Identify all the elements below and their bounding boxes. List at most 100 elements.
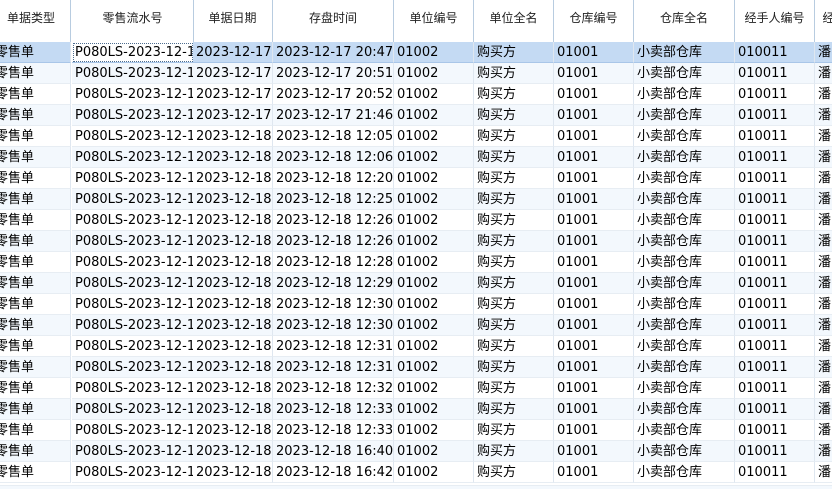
handler-cell[interactable]: 潘 [815, 378, 832, 399]
save-time-cell[interactable]: 2023-12-17 20:47 [273, 42, 394, 63]
warehouse-code-cell[interactable]: 01001 [554, 441, 634, 462]
document-date-cell[interactable]: 2023-12-17 [193, 63, 273, 84]
warehouse-name-cell[interactable]: 小卖部仓库 [634, 441, 735, 462]
handler-cell[interactable]: 潘 [815, 399, 832, 420]
warehouse-code-cell[interactable]: 01001 [554, 462, 634, 483]
document-date-cell[interactable]: 2023-12-18 [193, 441, 273, 462]
unit-name-cell[interactable]: 购买方 [474, 420, 554, 441]
handler-code-cell[interactable]: 010011 [735, 168, 815, 189]
document-type-cell[interactable]: 零售单 [0, 189, 71, 210]
warehouse-name-cell[interactable]: 小卖部仓库 [634, 231, 735, 252]
warehouse-name-cell[interactable]: 小卖部仓库 [634, 147, 735, 168]
document-date-cell[interactable]: 2023-12-18 [193, 273, 273, 294]
retail-serial-cell[interactable]: P080LS-2023-12-1 [72, 441, 194, 462]
warehouse-code-cell[interactable]: 01001 [554, 105, 634, 126]
unit-name-cell[interactable]: 购买方 [474, 210, 554, 231]
handler-code-cell[interactable]: 010011 [735, 126, 815, 147]
unit-code-cell[interactable]: 01002 [394, 189, 474, 210]
document-type-cell[interactable]: 零售单 [0, 210, 71, 231]
handler-code-cell[interactable]: 010011 [735, 189, 815, 210]
save-time-cell[interactable]: 2023-12-17 20:51 [273, 63, 394, 84]
document-date-cell[interactable]: 2023-12-18 [193, 462, 273, 483]
save-time-cell[interactable]: 2023-12-18 12:26 [273, 231, 394, 252]
warehouse-name-cell[interactable]: 小卖部仓库 [634, 294, 735, 315]
unit-name-cell[interactable]: 购买方 [474, 315, 554, 336]
warehouse-code-cell[interactable]: 01001 [554, 399, 634, 420]
handler-code-cell[interactable]: 010011 [735, 420, 815, 441]
unit-code-cell[interactable]: 01002 [394, 147, 474, 168]
save-time-cell[interactable]: 2023-12-18 12:28 [273, 252, 394, 273]
document-type-cell[interactable]: 零售单 [0, 315, 71, 336]
handler-code-cell[interactable]: 010011 [735, 63, 815, 84]
warehouse-name-cell[interactable]: 小卖部仓库 [634, 399, 735, 420]
handler-code-cell[interactable]: 010011 [735, 441, 815, 462]
retail-serial-cell[interactable]: P080LS-2023-12-1 [72, 147, 194, 168]
handler-cell[interactable]: 潘 [815, 210, 832, 231]
save-time-cell[interactable]: 2023-12-18 12:33 [273, 420, 394, 441]
unit-code-cell[interactable]: 01002 [394, 420, 474, 441]
warehouse-code-cell[interactable]: 01001 [554, 420, 634, 441]
warehouse-code-cell[interactable]: 01001 [554, 378, 634, 399]
document-type-cell[interactable]: 零售单 [0, 336, 71, 357]
unit-code-cell[interactable]: 01002 [394, 105, 474, 126]
handler-cell[interactable]: 潘 [815, 357, 832, 378]
handler-cell[interactable]: 潘 [815, 147, 832, 168]
save-time-cell[interactable]: 2023-12-17 21:46 [273, 105, 394, 126]
warehouse-code-cell[interactable]: 01001 [554, 336, 634, 357]
warehouse-code-cell[interactable]: 01001 [554, 126, 634, 147]
warehouse-name-cell[interactable]: 小卖部仓库 [634, 273, 735, 294]
unit-name-cell[interactable]: 购买方 [474, 105, 554, 126]
handler-cell[interactable]: 潘 [815, 315, 832, 336]
handler-code-cell[interactable]: 010011 [735, 357, 815, 378]
unit-name-cell[interactable]: 购买方 [474, 462, 554, 483]
unit-code-cell[interactable]: 01002 [394, 252, 474, 273]
column-header-save-time[interactable]: 存盘时间 [273, 0, 394, 42]
unit-name-cell[interactable]: 购买方 [474, 357, 554, 378]
save-time-cell[interactable]: 2023-12-18 12:20 [273, 168, 394, 189]
handler-cell[interactable]: 潘 [815, 441, 832, 462]
document-type-cell[interactable]: 零售单 [0, 105, 71, 126]
save-time-cell[interactable]: 2023-12-18 12:06 [273, 147, 394, 168]
warehouse-name-cell[interactable]: 小卖部仓库 [634, 42, 735, 63]
handler-code-cell[interactable]: 010011 [735, 147, 815, 168]
handler-cell[interactable]: 潘 [815, 273, 832, 294]
unit-name-cell[interactable]: 购买方 [474, 189, 554, 210]
unit-code-cell[interactable]: 01002 [394, 168, 474, 189]
warehouse-name-cell[interactable]: 小卖部仓库 [634, 462, 735, 483]
handler-cell[interactable]: 潘 [815, 294, 832, 315]
document-date-cell[interactable]: 2023-12-18 [193, 378, 273, 399]
document-date-cell[interactable]: 2023-12-18 [193, 420, 273, 441]
warehouse-code-cell[interactable]: 01001 [554, 252, 634, 273]
column-header-warehouse-name[interactable]: 仓库全名 [634, 0, 735, 42]
retail-serial-cell[interactable]: P080LS-2023-12-1 [72, 399, 194, 420]
warehouse-name-cell[interactable]: 小卖部仓库 [634, 105, 735, 126]
column-header-handler[interactable]: 经手 [815, 0, 832, 42]
save-time-cell[interactable]: 2023-12-18 12:31 [273, 336, 394, 357]
column-header-unit-name[interactable]: 单位全名 [474, 0, 554, 42]
document-date-cell[interactable]: 2023-12-18 [193, 357, 273, 378]
warehouse-name-cell[interactable]: 小卖部仓库 [634, 420, 735, 441]
document-type-cell[interactable]: 零售单 [0, 462, 71, 483]
document-date-cell[interactable]: 2023-12-17 [193, 105, 273, 126]
unit-name-cell[interactable]: 购买方 [474, 252, 554, 273]
warehouse-name-cell[interactable]: 小卖部仓库 [634, 168, 735, 189]
document-type-cell[interactable]: 零售单 [0, 42, 71, 63]
document-type-cell[interactable]: 零售单 [0, 147, 71, 168]
document-type-cell[interactable]: 零售单 [0, 294, 71, 315]
warehouse-name-cell[interactable]: 小卖部仓库 [634, 357, 735, 378]
column-header-unit-code[interactable]: 单位编号 [394, 0, 474, 42]
retail-serial-cell[interactable]: P080LS-2023-12-1 [72, 378, 194, 399]
save-time-cell[interactable]: 2023-12-18 16:40 [273, 441, 394, 462]
warehouse-code-cell[interactable]: 01001 [554, 84, 634, 105]
unit-name-cell[interactable]: 购买方 [474, 63, 554, 84]
unit-code-cell[interactable]: 01002 [394, 378, 474, 399]
retail-serial-cell[interactable]: P080LS-2023-12-1 [72, 168, 194, 189]
handler-code-cell[interactable]: 010011 [735, 378, 815, 399]
document-date-cell[interactable]: 2023-12-17 [193, 42, 273, 63]
retail-serial-cell[interactable]: P080LS-2023-12-1 [72, 126, 194, 147]
retail-serial-cell[interactable]: P080LS-2023-12-1 [72, 63, 194, 84]
retail-serial-cell[interactable]: P080LS-2023-12-1 [72, 315, 194, 336]
retail-serial-cell[interactable]: P080LS-2023-12-1 [72, 420, 194, 441]
document-date-cell[interactable]: 2023-12-18 [193, 294, 273, 315]
unit-name-cell[interactable]: 购买方 [474, 336, 554, 357]
